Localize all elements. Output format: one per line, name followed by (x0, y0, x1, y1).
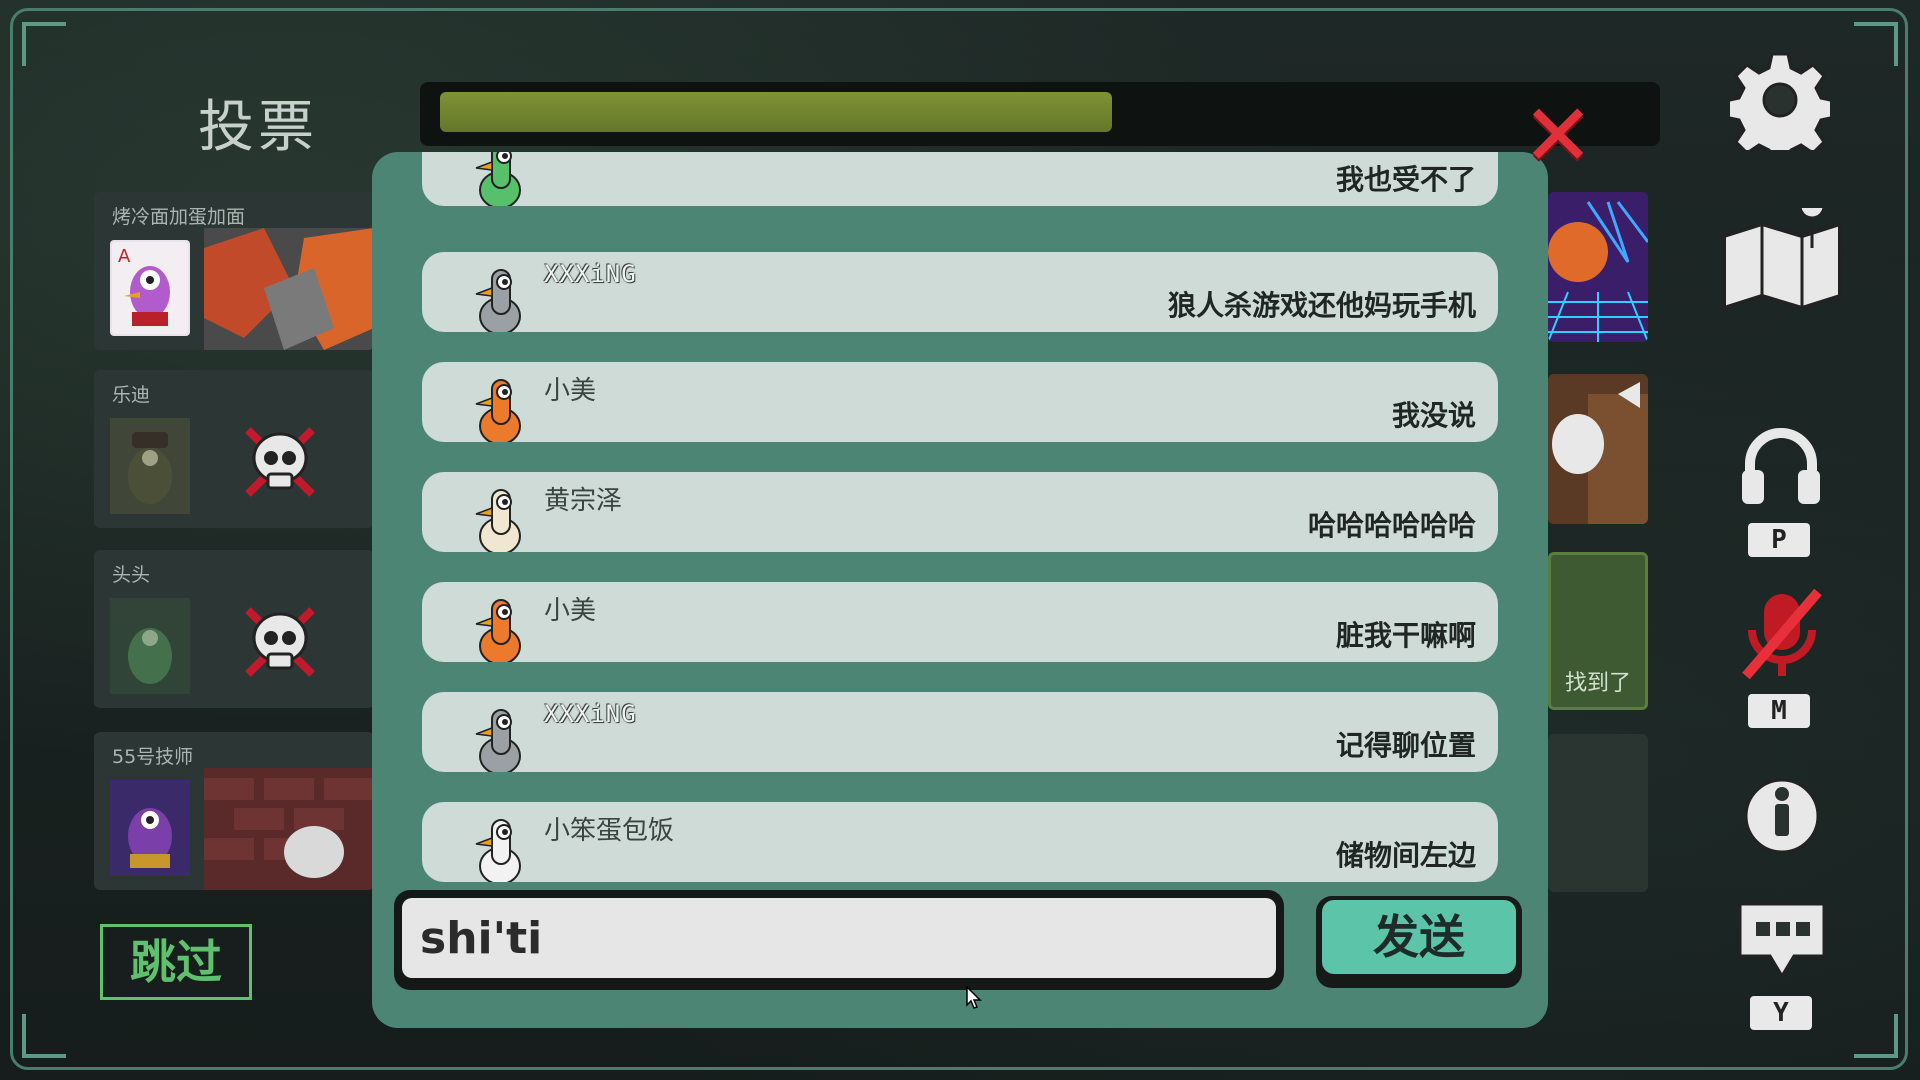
chat-icon[interactable] (1734, 898, 1830, 982)
svg-text:A: A (118, 246, 131, 267)
headphones-icon[interactable] (1740, 426, 1822, 506)
player-avatar: A (110, 240, 190, 336)
send-button[interactable]: 发送 (1316, 896, 1522, 988)
frame-corner (1854, 22, 1898, 66)
player-name: 烤冷面加蛋加面 (112, 206, 246, 228)
chat-message: 我也受不了 (422, 152, 1498, 206)
chat-message-text: 狼人杀游戏还他妈玩手机 (1167, 289, 1476, 322)
chat-message: XXXiNG 狼人杀游戏还他妈玩手机 (422, 252, 1498, 332)
chat-sender-name: XXXiNG (544, 260, 637, 288)
goose-avatar-icon (475, 379, 521, 442)
map-icon[interactable] (1716, 208, 1848, 316)
goose-avatar-icon (475, 819, 521, 882)
player-name: 55号技师 (112, 746, 194, 768)
chat-input[interactable] (402, 898, 1276, 978)
goose-avatar-icon (475, 709, 521, 772)
skip-vote-button[interactable]: 跳过 (100, 924, 252, 1000)
chat-sender-name: 小美 (544, 376, 597, 406)
player-card[interactable]: 头头 (94, 550, 374, 708)
vote-timer-fill (440, 92, 1112, 132)
info-icon[interactable] (1742, 772, 1822, 856)
chat-message: 小美我没说 (422, 362, 1498, 442)
chat-message-text: 脏我干嘛啊 (1335, 619, 1476, 652)
card-art (1548, 374, 1648, 524)
player-avatar (110, 780, 190, 876)
goose-icon (110, 418, 190, 514)
goose-avatar-icon (475, 599, 521, 662)
chat-sender-name: 小美 (544, 596, 597, 626)
chat-message: XXXiNG 记得聊位置 (422, 692, 1498, 772)
found-label: 找到了 (1565, 671, 1632, 696)
key-hint-p: P (1748, 523, 1810, 557)
chat-message-text: 哈哈哈哈哈哈 (1307, 509, 1476, 542)
player-card[interactable]: 乐迪 (94, 370, 374, 528)
chat-message-text: 我也受不了 (1335, 163, 1476, 196)
goose-icon (110, 598, 190, 694)
goose-card-icon (110, 780, 190, 876)
background-card (1548, 192, 1648, 342)
card-art (204, 768, 374, 890)
player-name: 乐迪 (112, 384, 151, 406)
key-hint-m: M (1748, 694, 1810, 728)
vote-timer-bar (420, 82, 1660, 146)
chat-message-text: 我没说 (1391, 399, 1476, 432)
goose-avatar-icon (475, 489, 521, 552)
card-art (204, 228, 374, 350)
chat-sender-name: XXXiNG (544, 700, 637, 728)
chat-message: 黄宗泽哈哈哈哈哈哈 (422, 472, 1498, 552)
frame-corner (1854, 1014, 1898, 1058)
key-hint-y: Y (1750, 996, 1812, 1030)
chat-message-text: 记得聊位置 (1335, 729, 1476, 762)
player-card[interactable]: 55号技师 (94, 732, 374, 890)
vote-title: 投票 (198, 95, 318, 160)
mouse-cursor-icon (966, 986, 982, 1009)
dead-skull-icon (245, 427, 315, 497)
chat-input-wrap (394, 890, 1284, 990)
chat-sender-name: 黄宗泽 (544, 486, 623, 516)
goose-card-icon: A (112, 242, 188, 334)
close-icon[interactable]: ✕ (1522, 93, 1594, 179)
player-avatar (110, 598, 190, 694)
goose-avatar-icon (475, 269, 521, 332)
dead-skull-icon (245, 607, 315, 677)
background-card: 找到了 (1548, 552, 1648, 710)
background-card (1548, 734, 1648, 892)
background-card (1548, 374, 1648, 524)
goose-avatar-icon (475, 152, 521, 206)
frame-corner (22, 1014, 66, 1058)
gear-icon[interactable] (1730, 50, 1830, 150)
frame-corner (22, 22, 66, 66)
chat-message-text: 储物间左边 (1335, 839, 1476, 872)
chat-message: 小美脏我干嘛啊 (422, 582, 1498, 662)
player-card[interactable]: 烤冷面加蛋加面 A (94, 192, 374, 350)
card-art (1548, 192, 1648, 342)
mic-muted-icon[interactable] (1734, 586, 1830, 682)
player-avatar (110, 418, 190, 514)
send-button-label: 发送 (1322, 900, 1516, 974)
chat-sender-name: 小笨蛋包饭 (544, 816, 675, 846)
chat-message: 小笨蛋包饭储物间左边 (422, 802, 1498, 882)
chat-panel: 我也受不了 XXXiNG 狼人杀游戏还他妈玩手机 小美 我没说 黄宗泽 哈哈哈哈哈哈 小美 脏我… (372, 152, 1548, 1028)
player-name: 头头 (112, 564, 151, 586)
